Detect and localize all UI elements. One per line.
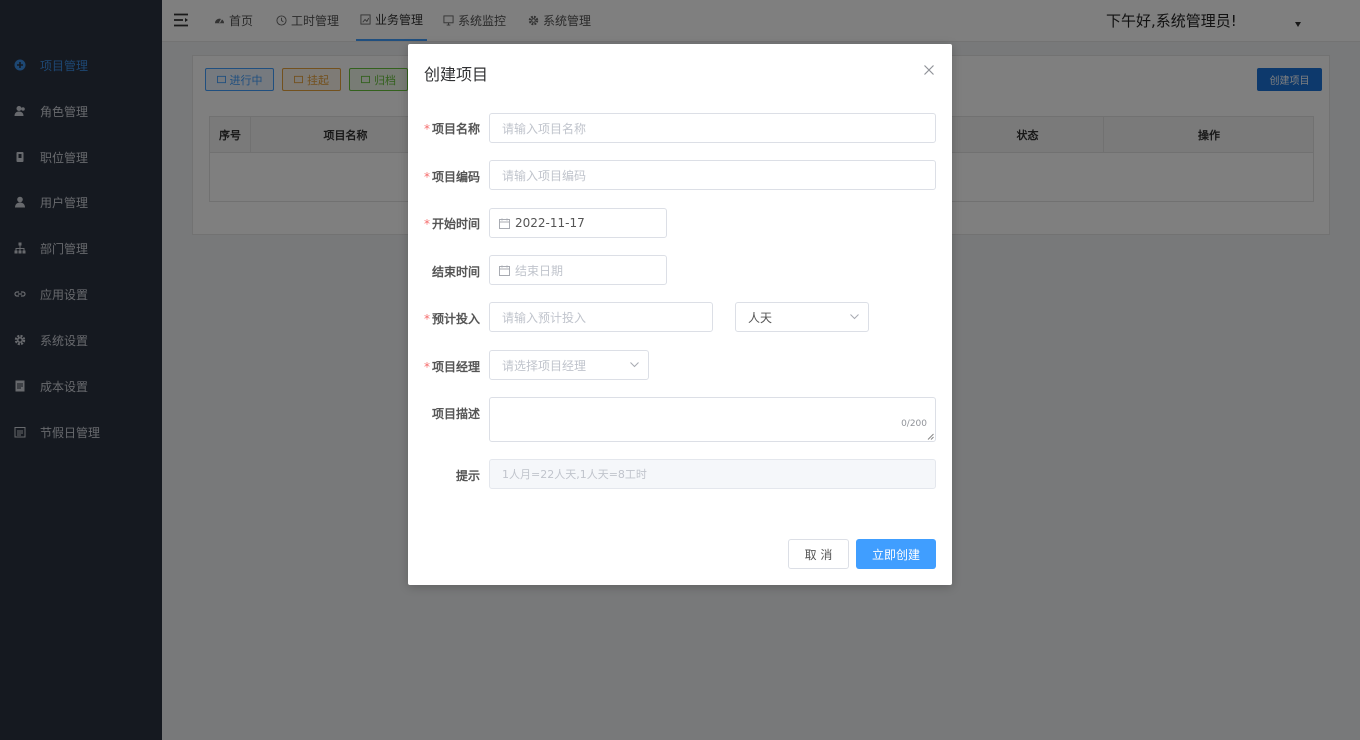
label-text: 项目经理	[431, 360, 480, 374]
dialog-title: 创建项目	[424, 65, 489, 84]
label-text: 项目描述	[431, 407, 480, 421]
start-date-label: * 开始时间	[408, 215, 480, 232]
placeholder-text: 请输入项目编码	[502, 168, 587, 183]
manager-select[interactable]: 请选择项目经理	[489, 350, 649, 380]
placeholder-text: 结束日期	[515, 263, 564, 278]
project-name-input[interactable]: 请输入项目名称	[489, 113, 936, 143]
placeholder-text: 请输入项目名称	[502, 121, 587, 136]
submit-button[interactable]: 立即创建	[856, 539, 936, 569]
project-code-input[interactable]: 请输入项目编码	[489, 160, 936, 190]
calendar-icon	[499, 265, 510, 276]
label-text: 项目名称	[431, 122, 480, 136]
selected-value: 人天	[748, 310, 773, 325]
hint-label: 提示	[408, 467, 480, 484]
chevron-down-icon	[850, 314, 859, 320]
calendar-icon	[499, 218, 510, 229]
char-counter: 0/200	[901, 419, 927, 429]
effort-label: * 预计投入	[408, 310, 480, 327]
placeholder-text: 请选择项目经理	[502, 358, 587, 373]
label-text: 结束时间	[431, 265, 480, 279]
required-mark: *	[423, 217, 430, 231]
project-name-label: * 项目名称	[408, 120, 480, 137]
label-text: 预计投入	[431, 312, 480, 326]
start-date-value: 2022-11-17	[515, 216, 585, 230]
hint-input: 1人月=22人天,1人天=8工时	[489, 459, 936, 489]
required-mark: *	[423, 312, 430, 326]
required-mark: *	[423, 122, 430, 136]
hint-text: 1人月=22人天,1人天=8工时	[502, 468, 647, 481]
cancel-button[interactable]: 取 消	[788, 539, 849, 569]
label-text: 项目编码	[431, 170, 480, 184]
create-project-dialog: 创建项目 * 项目名称 请输入项目名称 * 项目编码 请输入项目编码 * 开始时间 2…	[408, 44, 952, 585]
chevron-down-icon	[630, 362, 639, 368]
placeholder-text: 请输入预计投入	[502, 310, 587, 325]
project-code-label: * 项目编码	[408, 168, 480, 185]
resize-handle-icon[interactable]	[927, 433, 934, 440]
required-mark: *	[423, 170, 430, 184]
effort-unit-select[interactable]: 人天	[735, 302, 869, 332]
start-date-picker[interactable]: 2022-11-17	[489, 208, 667, 238]
close-icon[interactable]	[923, 64, 935, 76]
required-mark: *	[423, 360, 430, 374]
description-textarea[interactable]: 0/200	[489, 397, 936, 442]
manager-label: * 项目经理	[408, 358, 480, 375]
end-date-picker[interactable]: 结束日期	[489, 255, 667, 285]
description-label: 项目描述	[408, 405, 480, 422]
label-text: 提示	[455, 469, 480, 483]
effort-input[interactable]: 请输入预计投入	[489, 302, 713, 332]
end-date-label: 结束时间	[408, 263, 480, 280]
label-text: 开始时间	[431, 217, 480, 231]
